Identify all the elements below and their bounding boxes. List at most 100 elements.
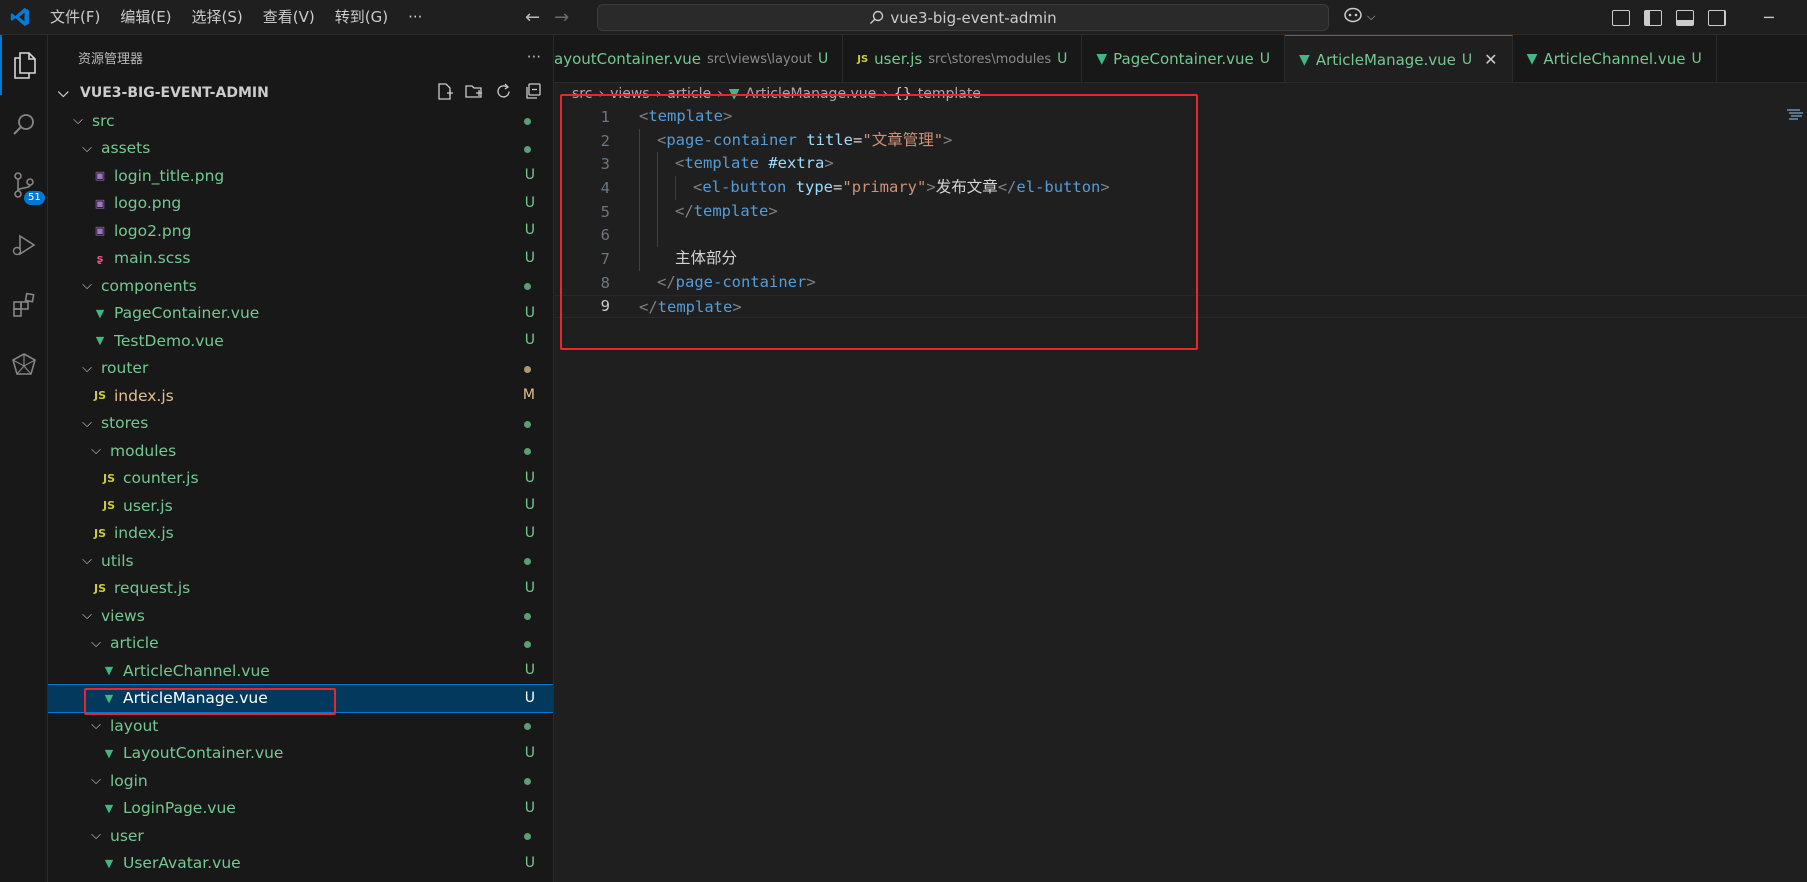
js-file-icon: JS [93,526,106,540]
file-item[interactable]: ▣ login_title.png U [48,162,553,190]
breadcrumb-views[interactable]: views [610,86,650,102]
folder-item[interactable]: ⌵ user [48,822,553,850]
vue-file-icon: ▼ [1096,51,1108,67]
refresh-icon[interactable] [495,83,512,104]
collapse-all-icon[interactable] [524,83,541,104]
file-item[interactable]: JS request.js U [48,575,553,603]
project-root[interactable]: ⌵ VUE3-BIG-EVENT-ADMIN [48,79,553,107]
folder-item[interactable]: ⌵ views [48,602,553,630]
chevron-down-icon: ⌵ [82,415,92,431]
back-arrow-icon[interactable]: ← [525,7,540,28]
tab-git-status: U [1461,51,1473,68]
file-item[interactable]: ʂ main.scss U [48,245,553,273]
file-item[interactable]: JS user.js U [48,492,553,520]
editor-tab[interactable]: ▼ ArticleChannel.vue U [1513,35,1717,82]
file-item[interactable]: JS index.js M [48,382,553,410]
folder-item[interactable]: ⌵ article [48,630,553,658]
file-item[interactable]: ▼ UserAvatar.vue U [48,850,553,878]
customize-layout-icon[interactable] [1612,9,1630,26]
folder-item[interactable]: ⌵ login [48,767,553,795]
search-icon [870,10,884,24]
menu-selection[interactable]: 选择(S) [182,0,253,35]
code-line-7: 7 主体部分 [554,247,1807,271]
new-file-icon[interactable] [436,83,453,104]
code-line-3: 3 <template #extra> [554,152,1807,176]
tree-item-label: login [110,771,148,790]
forward-arrow-icon[interactable]: → [554,7,569,28]
git-status-badge: U [524,497,535,513]
vue-file-icon: ▼ [95,334,105,348]
run-debug-icon[interactable] [0,215,48,275]
extensions-icon[interactable] [0,275,48,335]
editor-tab[interactable]: ▼ ArticleManage.vue U ✕ [1285,35,1513,82]
git-status-badge: U [524,194,535,211]
git-status-dot [524,448,531,455]
vue-file-icon: ▼ [1526,51,1538,67]
folder-item[interactable]: ⌵ modules [48,437,553,465]
tree-item-label: index.js [114,524,174,543]
file-item[interactable]: ▼ ArticleManage.vue U [48,683,553,713]
image-file-icon: ▣ [94,196,106,210]
close-icon[interactable]: ✕ [1484,50,1497,69]
menu-view[interactable]: 查看(V) [253,0,325,35]
folder-item[interactable]: ⌵ src [48,107,553,135]
explorer-icon[interactable] [0,35,48,95]
code-editor[interactable]: 1 <template> 2 <page-container title="文章… [554,105,1807,319]
vue-file-icon: ▼ [104,664,114,678]
git-status-badge: M [522,387,535,403]
new-folder-icon[interactable] [465,83,483,104]
tree-item-label: request.js [114,579,191,598]
folder-item[interactable]: ⌵ assets [48,135,553,163]
editor-tab[interactable]: ayoutContainer.vue src\views\layout U [554,35,844,82]
tree-item-label: user [110,826,144,845]
copilot-button[interactable]: ⌵ [1343,6,1375,28]
vue-file-icon: ▼ [104,691,114,705]
file-item[interactable]: JS counter.js U [48,465,553,493]
breadcrumb-symbol[interactable]: template [918,86,981,102]
toggle-panel-icon[interactable] [1676,9,1694,26]
js-file-icon: JS [93,389,106,403]
menu-edit[interactable]: 编辑(E) [110,0,181,35]
breadcrumb-src[interactable]: src [572,86,592,102]
editor-group: ayoutContainer.vue src\views\layout U JS use… [554,35,1807,882]
file-item[interactable]: ▣ logo2.png U [48,217,553,245]
file-item[interactable]: ▣ logo.png U [48,190,553,218]
chevron-down-icon: ⌵ [91,443,101,459]
file-item[interactable]: ▼ ArticleChannel.vue U [48,657,553,685]
folder-item[interactable]: ⌵ router [48,355,553,383]
minimap[interactable] [1786,108,1804,122]
code-line-4: 4 <el-button type="primary">发布文章</el-but… [554,176,1807,200]
editor-tab[interactable]: JS user.js src\stores\modules U [843,35,1083,82]
source-control-icon[interactable]: 51 [0,155,48,215]
chevron-right-icon: › [882,86,888,102]
file-item[interactable]: ▼ LoginPage.vue U [48,795,553,823]
menu-more[interactable]: ··· [398,0,432,35]
command-center-search[interactable]: vue3-big-event-admin [597,4,1329,31]
remote-explorer-icon[interactable] [0,335,48,395]
chevron-down-icon: ⌵ [91,718,101,734]
image-file-icon: ▣ [94,169,106,183]
search-icon[interactable] [0,95,48,155]
breadcrumb-file[interactable]: ArticleManage.vue [746,86,877,102]
git-status-badge: U [524,469,535,486]
menu-go[interactable]: 转到(G) [325,0,398,35]
tree-item-label: login_title.png [114,166,225,185]
toggle-primary-sidebar-icon[interactable] [1644,9,1662,26]
file-item[interactable]: ▼ LayoutContainer.vue U [48,740,553,768]
menu-file[interactable]: 文件(F) [40,0,110,35]
folder-item[interactable]: ⌵ components [48,272,553,300]
more-actions-icon[interactable]: ··· [527,48,541,66]
file-item[interactable]: JS index.js U [48,520,553,548]
breadcrumb-article[interactable]: article [667,86,711,102]
editor-tab[interactable]: ▼ PageContainer.vue U [1082,35,1286,82]
file-item[interactable]: ▼ TestDemo.vue U [48,327,553,355]
code-line-6: 6 [554,223,1807,247]
folder-item[interactable]: ⌵ utils [48,547,553,575]
folder-item[interactable]: ⌵ layout [48,712,553,740]
tree-item-label: TestDemo.vue [114,331,224,350]
folder-item[interactable]: ⌵ stores [48,410,553,438]
minimize-icon[interactable]: ─ [1764,0,1774,35]
chevron-down-icon: ⌵ [1367,10,1376,23]
toggle-secondary-sidebar-icon[interactable] [1708,9,1726,26]
file-item[interactable]: ▼ PageContainer.vue U [48,300,553,328]
